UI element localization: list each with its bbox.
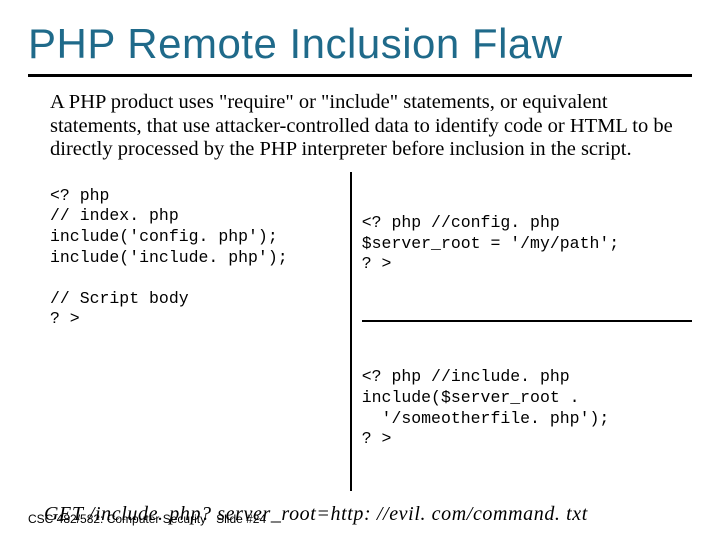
- code-block-right-bottom: <? php //include. php include($server_ro…: [362, 367, 692, 450]
- slide-container: PHP Remote Inclusion Flaw A PHP product …: [0, 0, 720, 526]
- footer-slide-number: Slide #24: [216, 512, 266, 526]
- code-block-left: <? php // index. php include('config. ph…: [50, 172, 352, 491]
- code-columns: <? php // index. php include('config. ph…: [28, 172, 692, 491]
- slide-footer: CSC 482/582: Computer Security Slide #24: [28, 512, 266, 526]
- code-block-right-wrap: <? php //config. php $server_root = '/my…: [352, 172, 692, 491]
- description-text: A PHP product uses "require" or "include…: [28, 91, 692, 162]
- title-underline: [28, 74, 692, 77]
- slide-title: PHP Remote Inclusion Flaw: [28, 20, 692, 74]
- code-block-right-top: <? php //config. php $server_root = '/my…: [362, 213, 692, 275]
- code-divider: [362, 320, 692, 322]
- footer-course: CSC 482/582: Computer Security: [28, 512, 206, 526]
